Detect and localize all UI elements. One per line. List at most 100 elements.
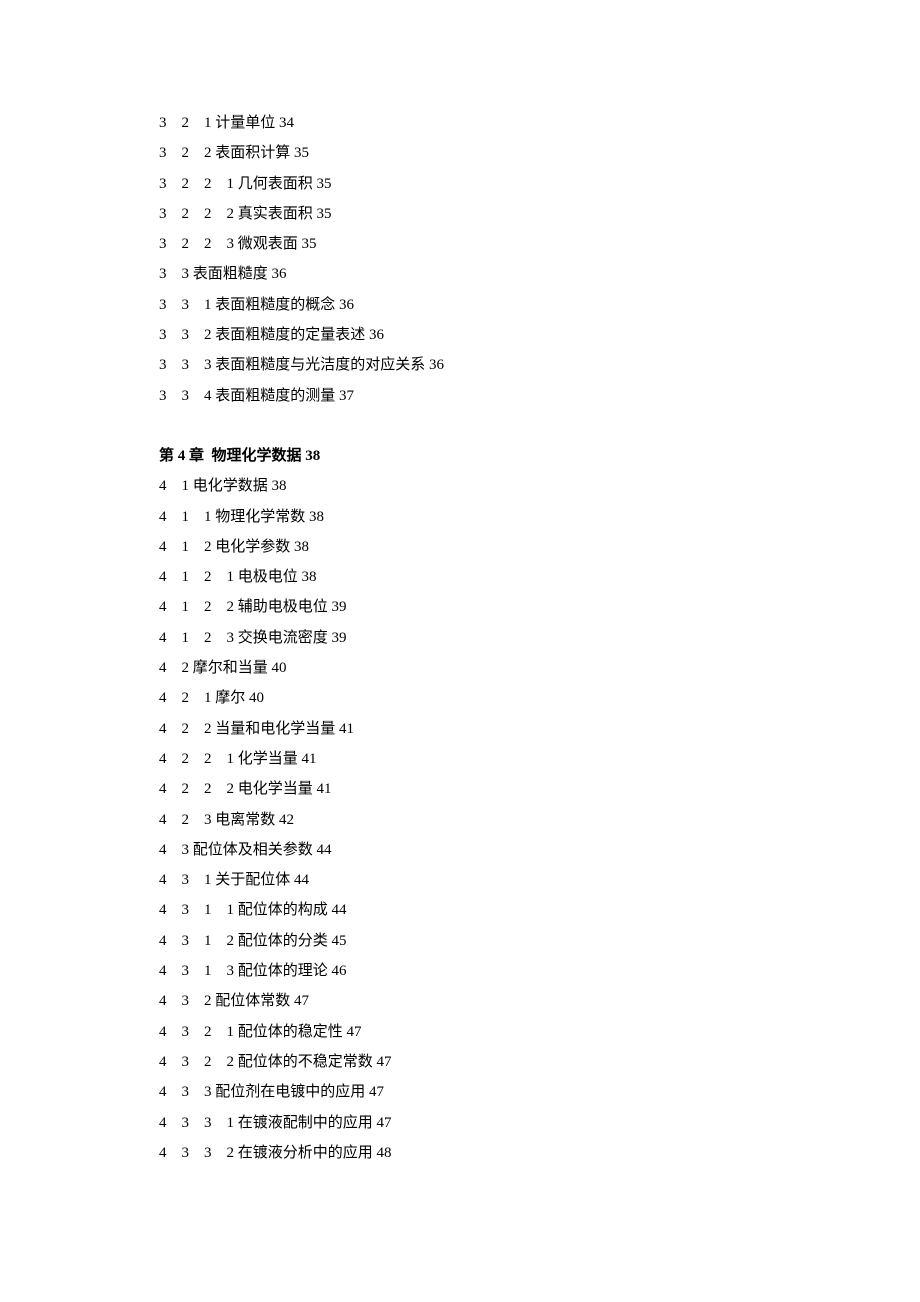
entry-title: 配位体的不稳定常数	[238, 1054, 373, 1070]
entry-title: 计量单位	[215, 115, 275, 131]
toc-entry: 3 2 2 表面积计算 35	[159, 138, 800, 168]
entry-page: 41	[313, 781, 332, 797]
entry-page: 48	[373, 1145, 392, 1161]
toc-entry: 4 3 1 关于配位体 44	[159, 865, 800, 895]
entry-page: 42	[275, 812, 294, 828]
entry-nums: 3 3 3	[159, 357, 215, 373]
toc-entry: 4 2 2 1 化学当量 41	[159, 744, 800, 774]
entry-title: 几何表面积	[238, 176, 313, 192]
entry-title: 辅助电极电位	[238, 599, 328, 615]
toc-entry: 4 3 2 2 配位体的不稳定常数 47	[159, 1047, 800, 1077]
entry-nums: 4 3 1	[159, 872, 215, 888]
toc-entry: 3 2 2 3 微观表面 35	[159, 229, 800, 259]
entry-title: 电化学参数	[215, 539, 290, 555]
entry-page: 46	[328, 963, 347, 979]
entry-page: 36	[268, 266, 287, 282]
toc-entry: 4 3 3 配位剂在电镀中的应用 47	[159, 1077, 800, 1107]
entry-nums: 4 3	[159, 842, 193, 858]
entry-nums: 3 2 2 3	[159, 236, 238, 252]
entry-nums: 4 3 3 1	[159, 1115, 238, 1131]
entry-page: 38	[305, 509, 324, 525]
toc-entry: 3 3 2 表面粗糙度的定量表述 36	[159, 320, 800, 350]
entry-page: 41	[298, 751, 317, 767]
entry-nums: 4 1 2 3	[159, 630, 238, 646]
entry-title: 配位体的构成	[238, 902, 328, 918]
toc-entry: 3 3 3 表面粗糙度与光洁度的对应关系 36	[159, 350, 800, 380]
entry-page: 36	[425, 357, 444, 373]
entry-title: 物理化学常数	[215, 509, 305, 525]
entry-title: 真实表面积	[238, 206, 313, 222]
toc-entry: 4 3 3 1 在镀液配制中的应用 47	[159, 1108, 800, 1138]
entry-page: 45	[328, 933, 347, 949]
entry-nums: 4 3 1 1	[159, 902, 238, 918]
entry-nums: 4 2	[159, 660, 193, 676]
entry-page: 40	[268, 660, 287, 676]
entry-title: 配位体的稳定性	[238, 1024, 343, 1040]
entry-page: 35	[313, 206, 332, 222]
toc-entry: 4 2 摩尔和当量 40	[159, 653, 800, 683]
entry-page: 44	[290, 872, 309, 888]
entry-title: 摩尔和当量	[193, 660, 268, 676]
entry-nums: 3 3	[159, 266, 193, 282]
toc-entry: 4 2 2 当量和电化学当量 41	[159, 714, 800, 744]
toc-entry: 3 3 1 表面粗糙度的概念 36	[159, 290, 800, 320]
entry-title: 在镀液配制中的应用	[238, 1115, 373, 1131]
entry-nums: 4 1 2 1	[159, 569, 238, 585]
entry-title: 表面粗糙度的测量	[215, 388, 335, 404]
entry-nums: 4 1	[159, 478, 193, 494]
toc-entry: 4 3 1 1 配位体的构成 44	[159, 895, 800, 925]
entry-page: 47	[365, 1084, 384, 1100]
toc-entry: 4 1 电化学数据 38	[159, 471, 800, 501]
toc-entry: 3 2 2 1 几何表面积 35	[159, 169, 800, 199]
entry-nums: 4 3 3 2	[159, 1145, 238, 1161]
entry-nums: 4 2 2 1	[159, 751, 238, 767]
entry-page: 39	[328, 630, 347, 646]
toc-entry: 4 2 1 摩尔 40	[159, 683, 800, 713]
entry-page: 40	[245, 690, 264, 706]
toc-entry: 4 3 3 2 在镀液分析中的应用 48	[159, 1138, 800, 1168]
entry-nums: 3 2 1	[159, 115, 215, 131]
entry-title: 在镀液分析中的应用	[238, 1145, 373, 1161]
entry-title: 配位体常数	[215, 993, 290, 1009]
entry-title: 表面粗糙度	[193, 266, 268, 282]
document-page: 3 2 1 计量单位 343 2 2 表面积计算 353 2 2 1 几何表面积…	[0, 0, 920, 1302]
toc-entry: 4 1 2 电化学参数 38	[159, 532, 800, 562]
toc-entry: 4 1 2 1 电极电位 38	[159, 562, 800, 592]
entry-title: 表面粗糙度的定量表述	[215, 327, 365, 343]
toc-entry: 4 3 1 2 配位体的分类 45	[159, 926, 800, 956]
entry-page: 39	[328, 599, 347, 615]
toc-entry: 4 2 2 2 电化学当量 41	[159, 774, 800, 804]
entry-nums: 3 2 2	[159, 145, 215, 161]
toc-entry: 4 3 2 配位体常数 47	[159, 986, 800, 1016]
toc-entry: 4 3 配位体及相关参数 44	[159, 835, 800, 865]
toc-section-3: 3 2 1 计量单位 343 2 2 表面积计算 353 2 2 1 几何表面积…	[159, 108, 800, 411]
entry-nums: 4 1 2 2	[159, 599, 238, 615]
entry-page: 35	[290, 145, 309, 161]
entry-nums: 4 1 2	[159, 539, 215, 555]
entry-nums: 3 2 2 1	[159, 176, 238, 192]
entry-nums: 3 3 4	[159, 388, 215, 404]
entry-title: 交换电流密度	[238, 630, 328, 646]
entry-title: 摩尔	[215, 690, 245, 706]
chapter-4-heading: 第 4 章 物理化学数据 38	[159, 441, 800, 471]
entry-nums: 3 2 2 2	[159, 206, 238, 222]
toc-entry: 4 1 2 2 辅助电极电位 39	[159, 592, 800, 622]
toc-entry: 3 3 表面粗糙度 36	[159, 259, 800, 289]
entry-page: 38	[298, 569, 317, 585]
entry-title: 电离常数	[215, 812, 275, 828]
entry-page: 47	[290, 993, 309, 1009]
entry-nums: 3 3 1	[159, 297, 215, 313]
heading-page: 38	[305, 448, 320, 464]
toc-entry: 3 3 4 表面粗糙度的测量 37	[159, 381, 800, 411]
entry-title: 电化学当量	[238, 781, 313, 797]
entry-nums: 4 3 2 1	[159, 1024, 238, 1040]
entry-page: 47	[373, 1054, 392, 1070]
entry-title: 微观表面	[238, 236, 298, 252]
entry-title: 表面粗糙度的概念	[215, 297, 335, 313]
entry-title: 表面粗糙度与光洁度的对应关系	[215, 357, 425, 373]
entry-nums: 4 2 2	[159, 721, 215, 737]
entry-title: 化学当量	[238, 751, 298, 767]
entry-nums: 4 2 3	[159, 812, 215, 828]
toc-entry: 3 2 1 计量单位 34	[159, 108, 800, 138]
entry-page: 41	[335, 721, 354, 737]
